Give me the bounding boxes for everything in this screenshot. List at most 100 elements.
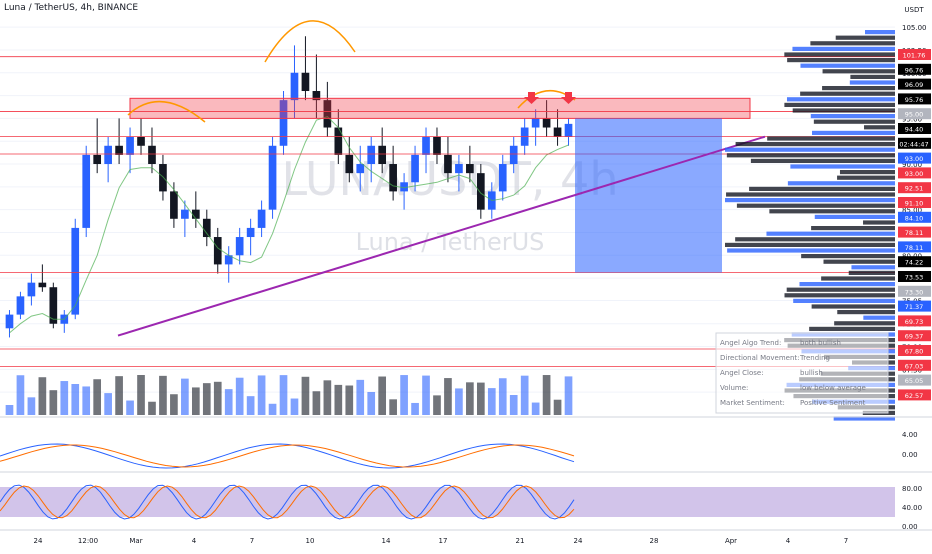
volume-profile-bar xyxy=(786,287,895,292)
volume-profile-bar xyxy=(822,69,895,74)
volume-bar xyxy=(564,376,573,415)
volume-bar xyxy=(422,375,430,415)
volume-profile-bar xyxy=(800,63,895,68)
volume-bar xyxy=(455,388,463,415)
volume-profile-bar xyxy=(863,315,895,320)
price-badge-label: 94.40 xyxy=(905,126,924,134)
volume-profile-bar xyxy=(784,102,895,107)
candle-body xyxy=(126,136,134,155)
price-badge-label: 73.30 xyxy=(905,288,924,296)
volume-profile-bar xyxy=(792,108,895,113)
volume-profile-bar xyxy=(784,52,895,57)
volume-profile-bar xyxy=(850,74,895,79)
volume-profile-bar xyxy=(823,259,895,264)
volume-bar xyxy=(60,381,69,415)
volume-bar xyxy=(279,375,288,415)
candle-body xyxy=(104,145,112,165)
volume-profile-bar xyxy=(749,186,895,191)
volume-bar xyxy=(191,387,200,415)
time-axis-label: 4 xyxy=(192,537,197,545)
volume-bar xyxy=(356,379,365,415)
candle-body xyxy=(509,145,518,165)
candle-body xyxy=(542,118,551,128)
volume-profile-bar xyxy=(750,158,895,163)
info-table-label: Angel Algo Trend: xyxy=(720,339,781,347)
candle-body xyxy=(235,237,244,256)
price-badge-label: 96.09 xyxy=(905,81,924,89)
volume-bar xyxy=(367,391,376,415)
volume-bar xyxy=(345,385,354,415)
candle-body xyxy=(531,118,540,128)
price-badge-label: 93.00 xyxy=(905,155,924,163)
volume-bar xyxy=(224,389,233,415)
stoch-axis-tick: 40.00 xyxy=(902,504,922,512)
candle-body xyxy=(301,72,310,92)
time-axis-label: 4 xyxy=(786,537,791,545)
price-badge-label: 84.10 xyxy=(905,214,924,222)
volume-bar xyxy=(444,378,452,415)
volume-profile-bar xyxy=(822,86,895,91)
volume-profile-bar xyxy=(735,142,895,147)
candle-body xyxy=(411,154,419,183)
volume-profile-bar xyxy=(792,46,895,51)
volume-bar xyxy=(115,376,123,415)
volume-bar xyxy=(148,401,156,415)
macd-axis-tick: 0.00 xyxy=(902,451,918,459)
candle-body xyxy=(93,154,102,165)
info-table-value: Positive Sentiment xyxy=(800,399,866,407)
volume-bar xyxy=(5,405,14,415)
info-table-label: Volume: xyxy=(720,384,748,392)
volume-bar xyxy=(104,393,112,415)
volume-bar xyxy=(213,381,222,415)
volume-profile-bar xyxy=(786,97,895,102)
volume-profile-bar xyxy=(821,276,895,281)
price-badge-label: 95.76 xyxy=(905,96,924,104)
volume-profile-bar xyxy=(810,114,895,119)
time-axis-label: 14 xyxy=(382,537,391,545)
price-badge-label: 91.10 xyxy=(905,200,924,208)
time-axis-label: 21 xyxy=(516,537,525,545)
volume-bar xyxy=(268,403,277,415)
candle-body xyxy=(137,136,145,146)
time-axis-label: 12:00 xyxy=(78,537,98,545)
volume-bar xyxy=(378,376,387,415)
volume-bar xyxy=(290,398,299,415)
volume-profile-bar xyxy=(839,170,895,175)
candle-body xyxy=(553,127,562,137)
volume-profile-bar xyxy=(837,175,895,180)
candle-body xyxy=(345,154,354,174)
info-table-value: both bullish xyxy=(800,339,841,347)
info-table-value: bullish xyxy=(800,369,823,377)
volume-bar xyxy=(433,395,441,415)
stoch-axis-tick: 80.00 xyxy=(902,485,922,493)
chart-title: Luna / TetherUS, 4h, BINANCE xyxy=(4,3,139,13)
volume-bar xyxy=(411,402,419,415)
volume-profile-bar xyxy=(726,192,895,197)
candle-body xyxy=(290,72,299,101)
candle-body xyxy=(27,282,36,297)
candle-body xyxy=(257,209,266,228)
price-badge-label: 71.37 xyxy=(905,303,924,311)
candle-body xyxy=(159,164,167,192)
candle-body xyxy=(82,154,91,228)
info-table-label: Directional Movement: xyxy=(720,354,800,362)
candle-body xyxy=(115,145,123,155)
volume-bar xyxy=(400,375,408,415)
volume-profile-bar xyxy=(810,41,895,46)
volume-profile-bar xyxy=(834,321,895,326)
price-badge-label: 96.76 xyxy=(905,66,924,74)
info-table-value: low below average xyxy=(800,384,866,392)
volume-bar xyxy=(334,384,343,415)
candle-body xyxy=(191,209,200,219)
volume-profile-bar xyxy=(835,35,895,40)
info-table-label: Market Sentiment: xyxy=(720,399,785,407)
volume-bar xyxy=(257,375,266,415)
price-badge-label: 65.05 xyxy=(905,377,924,385)
volume-profile-bar xyxy=(736,203,895,208)
volume-profile-bar xyxy=(800,91,895,96)
volume-profile-bar xyxy=(790,164,895,169)
price-badge-label: 78.11 xyxy=(905,229,924,237)
chart-canvas: LUNAUSDT, 4hLuna / TetherUSAngel Algo Tr… xyxy=(0,0,932,550)
volume-bar xyxy=(323,380,332,415)
volume-profile-bar xyxy=(837,310,895,315)
